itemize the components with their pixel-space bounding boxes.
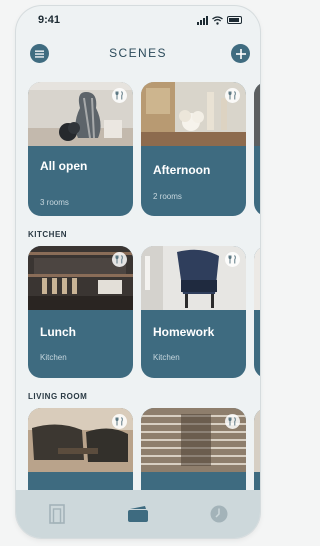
scene-card-all-open[interactable]: All open 3 rooms [28, 82, 133, 216]
signal-icon [197, 15, 208, 25]
clock-icon [210, 505, 228, 523]
status-bar: 9:41 [16, 6, 260, 34]
status-time: 9:41 [38, 14, 61, 26]
scene-subtitle: Kitchen [153, 353, 180, 362]
tab-schedule[interactable] [208, 503, 230, 525]
scene-title: Lunch [40, 325, 76, 339]
favorite-button[interactable] [112, 88, 127, 103]
header: SCENES [16, 36, 260, 70]
favorite-button[interactable] [225, 88, 240, 103]
section-label-living-room: LIVING ROOM [28, 392, 88, 401]
scene-title: Homework [153, 325, 215, 339]
scene-card-partial[interactable] [254, 246, 260, 378]
wifi-icon [212, 15, 223, 25]
battery-icon [227, 16, 242, 24]
scenes-list[interactable]: All open 3 rooms Afternoon 2 rooms KITCH… [16, 70, 260, 508]
utensils-icon [228, 91, 236, 100]
utensils-icon [115, 255, 123, 264]
scene-subtitle: Kitchen [40, 353, 67, 362]
add-scene-button[interactable] [231, 44, 250, 63]
door-icon [48, 504, 65, 524]
scene-photo [254, 408, 260, 472]
utensils-icon [228, 255, 236, 264]
scene-title: Afternoon [153, 163, 211, 177]
favorite-button[interactable] [112, 252, 127, 267]
section-label-kitchen: KITCHEN [28, 230, 68, 239]
scene-card-afternoon[interactable]: Afternoon 2 rooms [141, 82, 246, 216]
scenes-icon [127, 506, 148, 522]
phone-screen: 9:41 SCENES All open 3 rooms Afternoon 2… [16, 6, 260, 538]
favorite-button[interactable] [112, 414, 127, 429]
tab-bar [16, 490, 260, 538]
menu-icon [35, 50, 44, 58]
favorite-button[interactable] [225, 414, 240, 429]
favorite-button[interactable] [225, 252, 240, 267]
scene-title: All open [40, 159, 88, 173]
status-icons [197, 15, 242, 25]
scene-subtitle: 2 rooms [153, 192, 182, 201]
scene-photo [254, 82, 260, 146]
tab-devices[interactable] [46, 503, 68, 525]
tab-scenes[interactable] [127, 503, 149, 525]
scene-subtitle: 3 rooms [40, 198, 69, 207]
scene-card-lunch[interactable]: Lunch Kitchen [28, 246, 133, 378]
utensils-icon [115, 91, 123, 100]
scene-photo [254, 246, 260, 310]
utensils-icon [115, 417, 123, 426]
plus-icon [235, 48, 246, 59]
menu-button[interactable] [30, 44, 49, 63]
scene-card-homework[interactable]: Homework Kitchen [141, 246, 246, 378]
page-title: SCENES [109, 46, 167, 60]
scene-card-partial[interactable] [254, 82, 260, 216]
utensils-icon [228, 417, 236, 426]
